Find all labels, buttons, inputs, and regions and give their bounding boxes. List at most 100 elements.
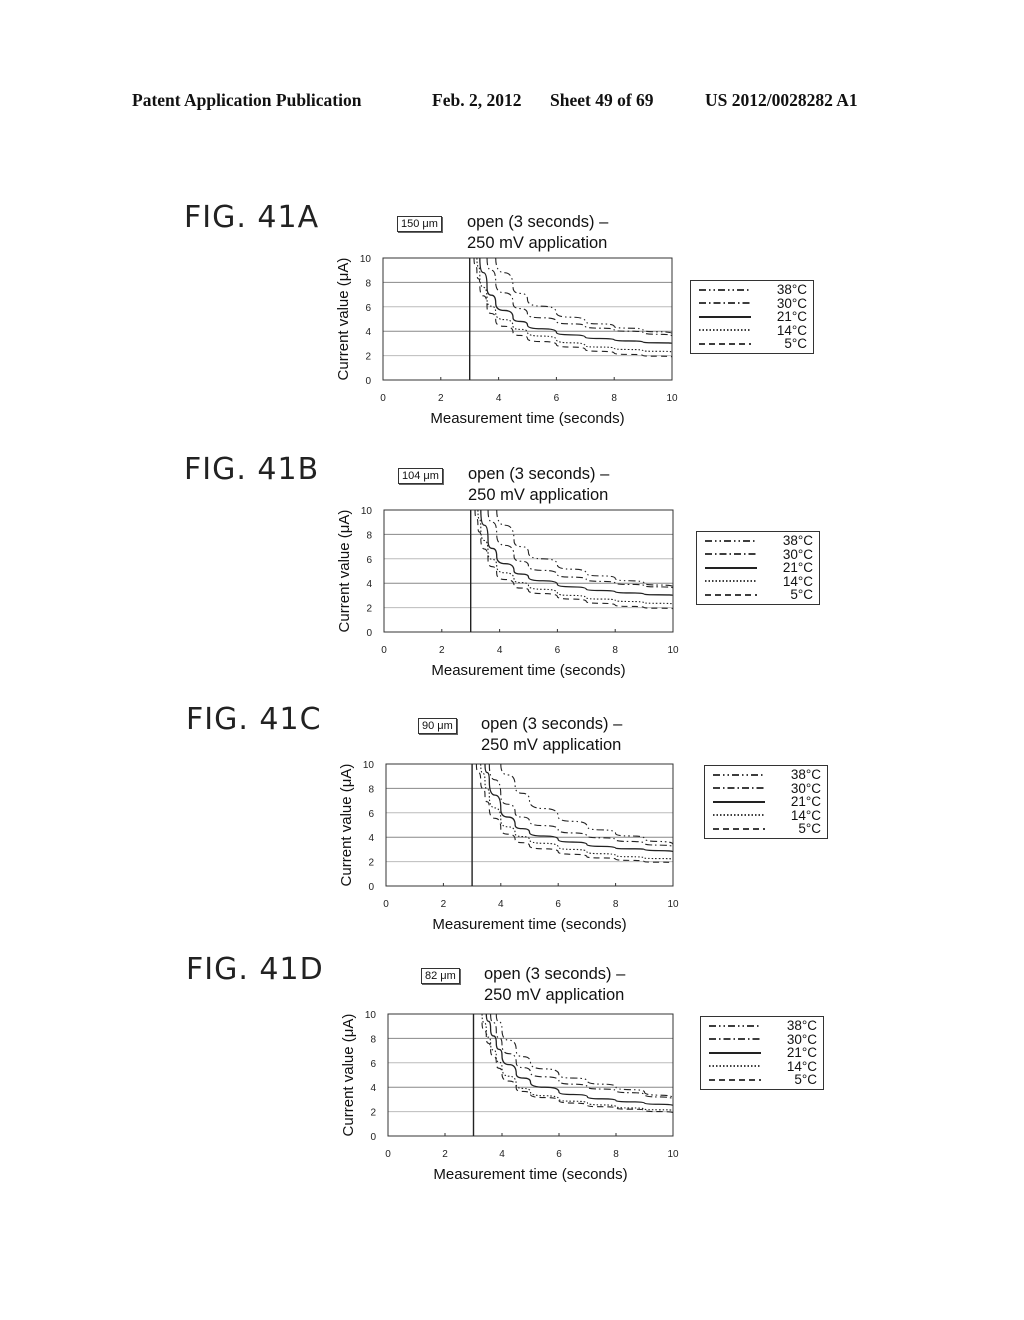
y-tick-label: 0 (370, 1132, 376, 1143)
legend-item: 5°C (697, 337, 807, 351)
legend-line-swatch (713, 787, 765, 790)
x-tick-label: 10 (667, 899, 679, 910)
legend-item: 30°C (703, 546, 813, 562)
x-axis-label: Measurement time (seconds) (433, 1166, 627, 1183)
x-tick-label: 10 (667, 645, 679, 656)
x-tick-label: 0 (380, 393, 386, 404)
legend-label: 21°C (782, 560, 813, 576)
y-tick-label: 8 (368, 784, 374, 795)
legend-label: 38°C (790, 767, 821, 783)
legend-item: 38°C (697, 283, 807, 297)
figure-panel: FIG. 41D 82 μm open (3 seconds) –250 mV ap… (0, 952, 1024, 1202)
y-tick-label: 8 (370, 1034, 376, 1045)
series-line-30c (487, 510, 673, 589)
legend-item: 21°C (703, 561, 813, 575)
legend-label: 21°C (776, 309, 807, 325)
y-tick-label: 4 (368, 833, 374, 844)
plot-area (385, 763, 674, 887)
chart-legend: 38°C 30°C 21°C 14°C 5°C (696, 531, 820, 605)
legend-line-swatch (705, 553, 757, 556)
y-tick-label: 0 (365, 376, 371, 387)
line-chart: 0 2 4 6 8 10 0 2 4 6 8 10 Measurement time (seconds)… (338, 760, 679, 933)
y-tick-label: 4 (365, 327, 371, 338)
y-tick-label: 2 (368, 858, 374, 869)
line-chart: 0 2 4 6 8 10 0 2 4 6 8 10 Measurement time (seconds)… (340, 1010, 679, 1183)
y-tick-label: 0 (368, 882, 374, 893)
plot-area (383, 509, 674, 633)
series-line-30c (490, 1014, 673, 1100)
legend-label: 38°C (776, 282, 807, 298)
publication-date: Feb. 2, 2012 (432, 90, 522, 110)
legend-label: 14°C (786, 1058, 817, 1074)
legend-line-swatch (713, 814, 765, 817)
legend-line-swatch (709, 1038, 761, 1041)
y-tick-label: 6 (366, 555, 372, 566)
legend-line-swatch (699, 315, 751, 318)
x-tick-label: 4 (496, 393, 502, 404)
y-tick-label: 10 (365, 1010, 377, 1021)
legend-label: 21°C (790, 794, 821, 810)
x-tick-label: 0 (383, 899, 389, 910)
series-line-14c (480, 764, 673, 860)
legend-label: 5°C (790, 587, 813, 603)
x-axis-label: Measurement time (seconds) (430, 410, 624, 427)
y-tick-label: 6 (365, 303, 371, 314)
legend-line-swatch (705, 539, 757, 542)
legend-label: 30°C (782, 546, 813, 562)
x-tick-label: 2 (439, 645, 445, 656)
legend-line-swatch (699, 302, 751, 305)
legend-label: 14°C (776, 322, 807, 338)
x-axis-label: Measurement time (seconds) (431, 662, 625, 679)
y-tick-label: 4 (366, 579, 372, 590)
x-tick-label: 4 (497, 645, 503, 656)
legend-line-swatch (709, 1051, 761, 1054)
y-tick-label: 2 (366, 604, 372, 615)
legend-line-swatch (699, 288, 751, 291)
legend-label: 30°C (786, 1031, 817, 1047)
legend-line-swatch (709, 1078, 761, 1081)
plot-area (387, 1013, 674, 1137)
legend-label: 30°C (790, 780, 821, 796)
x-tick-label: 10 (666, 393, 678, 404)
legend-item: 38°C (703, 534, 813, 548)
y-tick-label: 6 (370, 1059, 376, 1070)
legend-item: 5°C (703, 588, 813, 602)
figure-panel: FIG. 41B 104 μm open (3 seconds) –250 mV a… (0, 452, 1024, 702)
y-axis-label: Current value (μA) (335, 258, 352, 381)
y-tick-label: 2 (370, 1108, 376, 1119)
x-tick-label: 0 (385, 1149, 391, 1160)
x-tick-label: 4 (499, 1149, 505, 1160)
legend-label: 5°C (794, 1072, 817, 1088)
legend-label: 38°C (782, 533, 813, 549)
x-tick-label: 0 (381, 645, 387, 656)
legend-item: 21°C (707, 1046, 817, 1060)
legend-label: 21°C (786, 1045, 817, 1061)
legend-label: 5°C (798, 821, 821, 837)
publication-type: Patent Application Publication (132, 90, 362, 110)
y-tick-label: 10 (361, 506, 373, 517)
legend-item: 38°C (707, 1019, 817, 1033)
publication-number: US 2012/0028282 A1 (705, 90, 858, 110)
legend-item: 30°C (697, 295, 807, 311)
legend-label: 14°C (790, 807, 821, 823)
x-tick-label: 8 (613, 1149, 619, 1160)
y-tick-label: 4 (370, 1083, 376, 1094)
legend-label: 38°C (786, 1018, 817, 1034)
legend-item: 30°C (707, 1031, 817, 1047)
legend-label: 5°C (784, 336, 807, 352)
figure-panel: FIG. 41A 150 μm open (3 seconds) –250 mV a… (0, 200, 1024, 450)
y-tick-label: 8 (366, 530, 372, 541)
series-line-14c (477, 510, 673, 605)
sheet-number: Sheet 49 of 69 (550, 90, 654, 110)
legend-label: 30°C (776, 295, 807, 311)
series-line-38c (495, 1014, 673, 1099)
y-tick-label: 8 (365, 278, 371, 289)
y-tick-label: 10 (363, 760, 375, 771)
chart-legend: 38°C 30°C 21°C 14°C 5°C (700, 1016, 824, 1090)
x-axis-label: Measurement time (seconds) (432, 916, 626, 933)
legend-item: 14°C (703, 575, 813, 588)
series-line-5c (475, 764, 673, 864)
legend-line-swatch (709, 1065, 761, 1068)
x-tick-label: 8 (613, 899, 619, 910)
x-tick-label: 2 (442, 1149, 448, 1160)
